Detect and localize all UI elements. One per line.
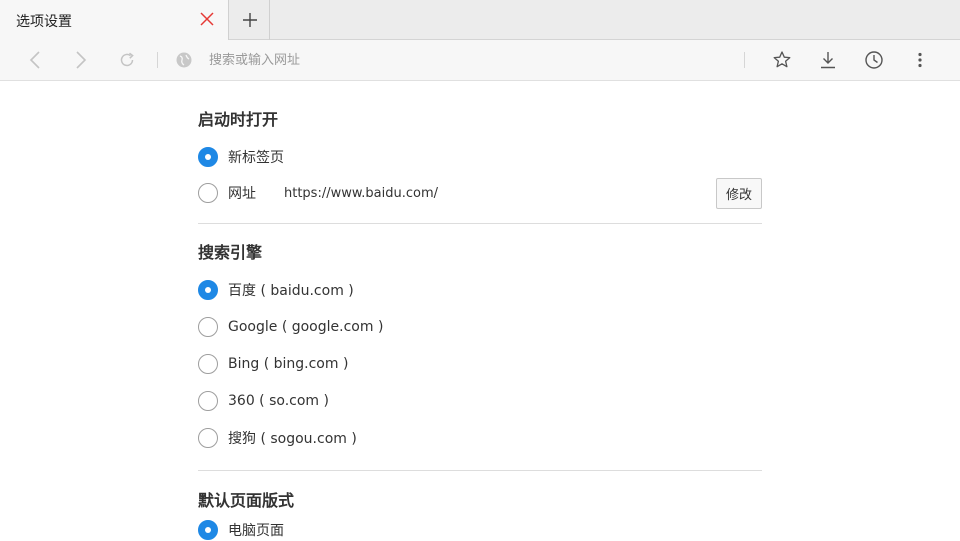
radio-option-google[interactable]: Google ( google.com ) [198,316,383,338]
toolbar [0,40,960,81]
radio-button[interactable] [198,520,218,540]
toolbar-divider [157,52,158,68]
section-title-startup: 启动时打开 [198,110,279,129]
section-title-search-engine: 搜索引擎 [198,243,263,262]
modify-button[interactable]: 修改 [716,178,762,209]
radio-label: 360 ( so.com ) [228,393,329,409]
radio-button[interactable] [198,428,218,448]
close-icon[interactable] [199,11,215,27]
tab-strip: 选项设置 [0,0,960,40]
section-title-page-mode: 默认页面版式 [198,491,295,510]
download-button[interactable] [818,50,838,70]
forward-button[interactable] [70,50,90,70]
clock-icon [865,51,883,69]
star-icon [773,51,791,68]
more-vertical-icon [918,52,922,68]
menu-button[interactable] [910,50,930,70]
history-button[interactable] [864,50,884,70]
radio-option-desktop-page[interactable]: 电脑页面 [198,519,284,541]
section-divider [198,223,762,224]
radio-option-url[interactable]: 网址 [198,182,256,204]
radio-label: 新标签页 [228,150,284,166]
plus-icon [243,13,257,27]
radio-label: 搜狗 ( sogou.com ) [228,431,357,447]
tab-title: 选项设置 [16,14,72,30]
radio-label: 百度 ( baidu.com ) [228,283,354,299]
address-bar-input[interactable] [207,48,727,72]
radio-button[interactable] [198,391,218,411]
radio-label: 电脑页面 [228,523,284,539]
reload-button[interactable] [117,50,137,70]
reload-icon [120,52,134,67]
bookmark-button[interactable] [772,50,792,70]
radio-button[interactable] [198,280,218,300]
radio-label: 网址 [228,186,256,202]
download-icon [821,52,835,69]
section-divider [198,470,762,471]
radio-button[interactable] [198,183,218,203]
toolbar-divider [744,52,745,68]
new-tab-button[interactable] [230,0,270,40]
globe-icon [175,51,193,69]
radio-option-360[interactable]: 360 ( so.com ) [198,390,329,412]
radio-option-sogou[interactable]: 搜狗 ( sogou.com ) [198,427,357,449]
radio-button[interactable] [198,147,218,167]
back-button[interactable] [26,50,46,70]
forward-arrow-icon [76,51,87,69]
startup-url-value: https://www.baidu.com/ [284,186,439,201]
tab-settings[interactable]: 选项设置 [0,0,229,40]
radio-option-baidu[interactable]: 百度 ( baidu.com ) [198,279,354,301]
radio-button[interactable] [198,317,218,337]
radio-option-new-tab[interactable]: 新标签页 [198,146,284,168]
radio-label: Bing ( bing.com ) [228,356,349,372]
radio-option-bing[interactable]: Bing ( bing.com ) [198,353,348,375]
back-arrow-icon [29,51,40,69]
radio-label: Google ( google.com ) [228,319,384,335]
radio-button[interactable] [198,354,218,374]
